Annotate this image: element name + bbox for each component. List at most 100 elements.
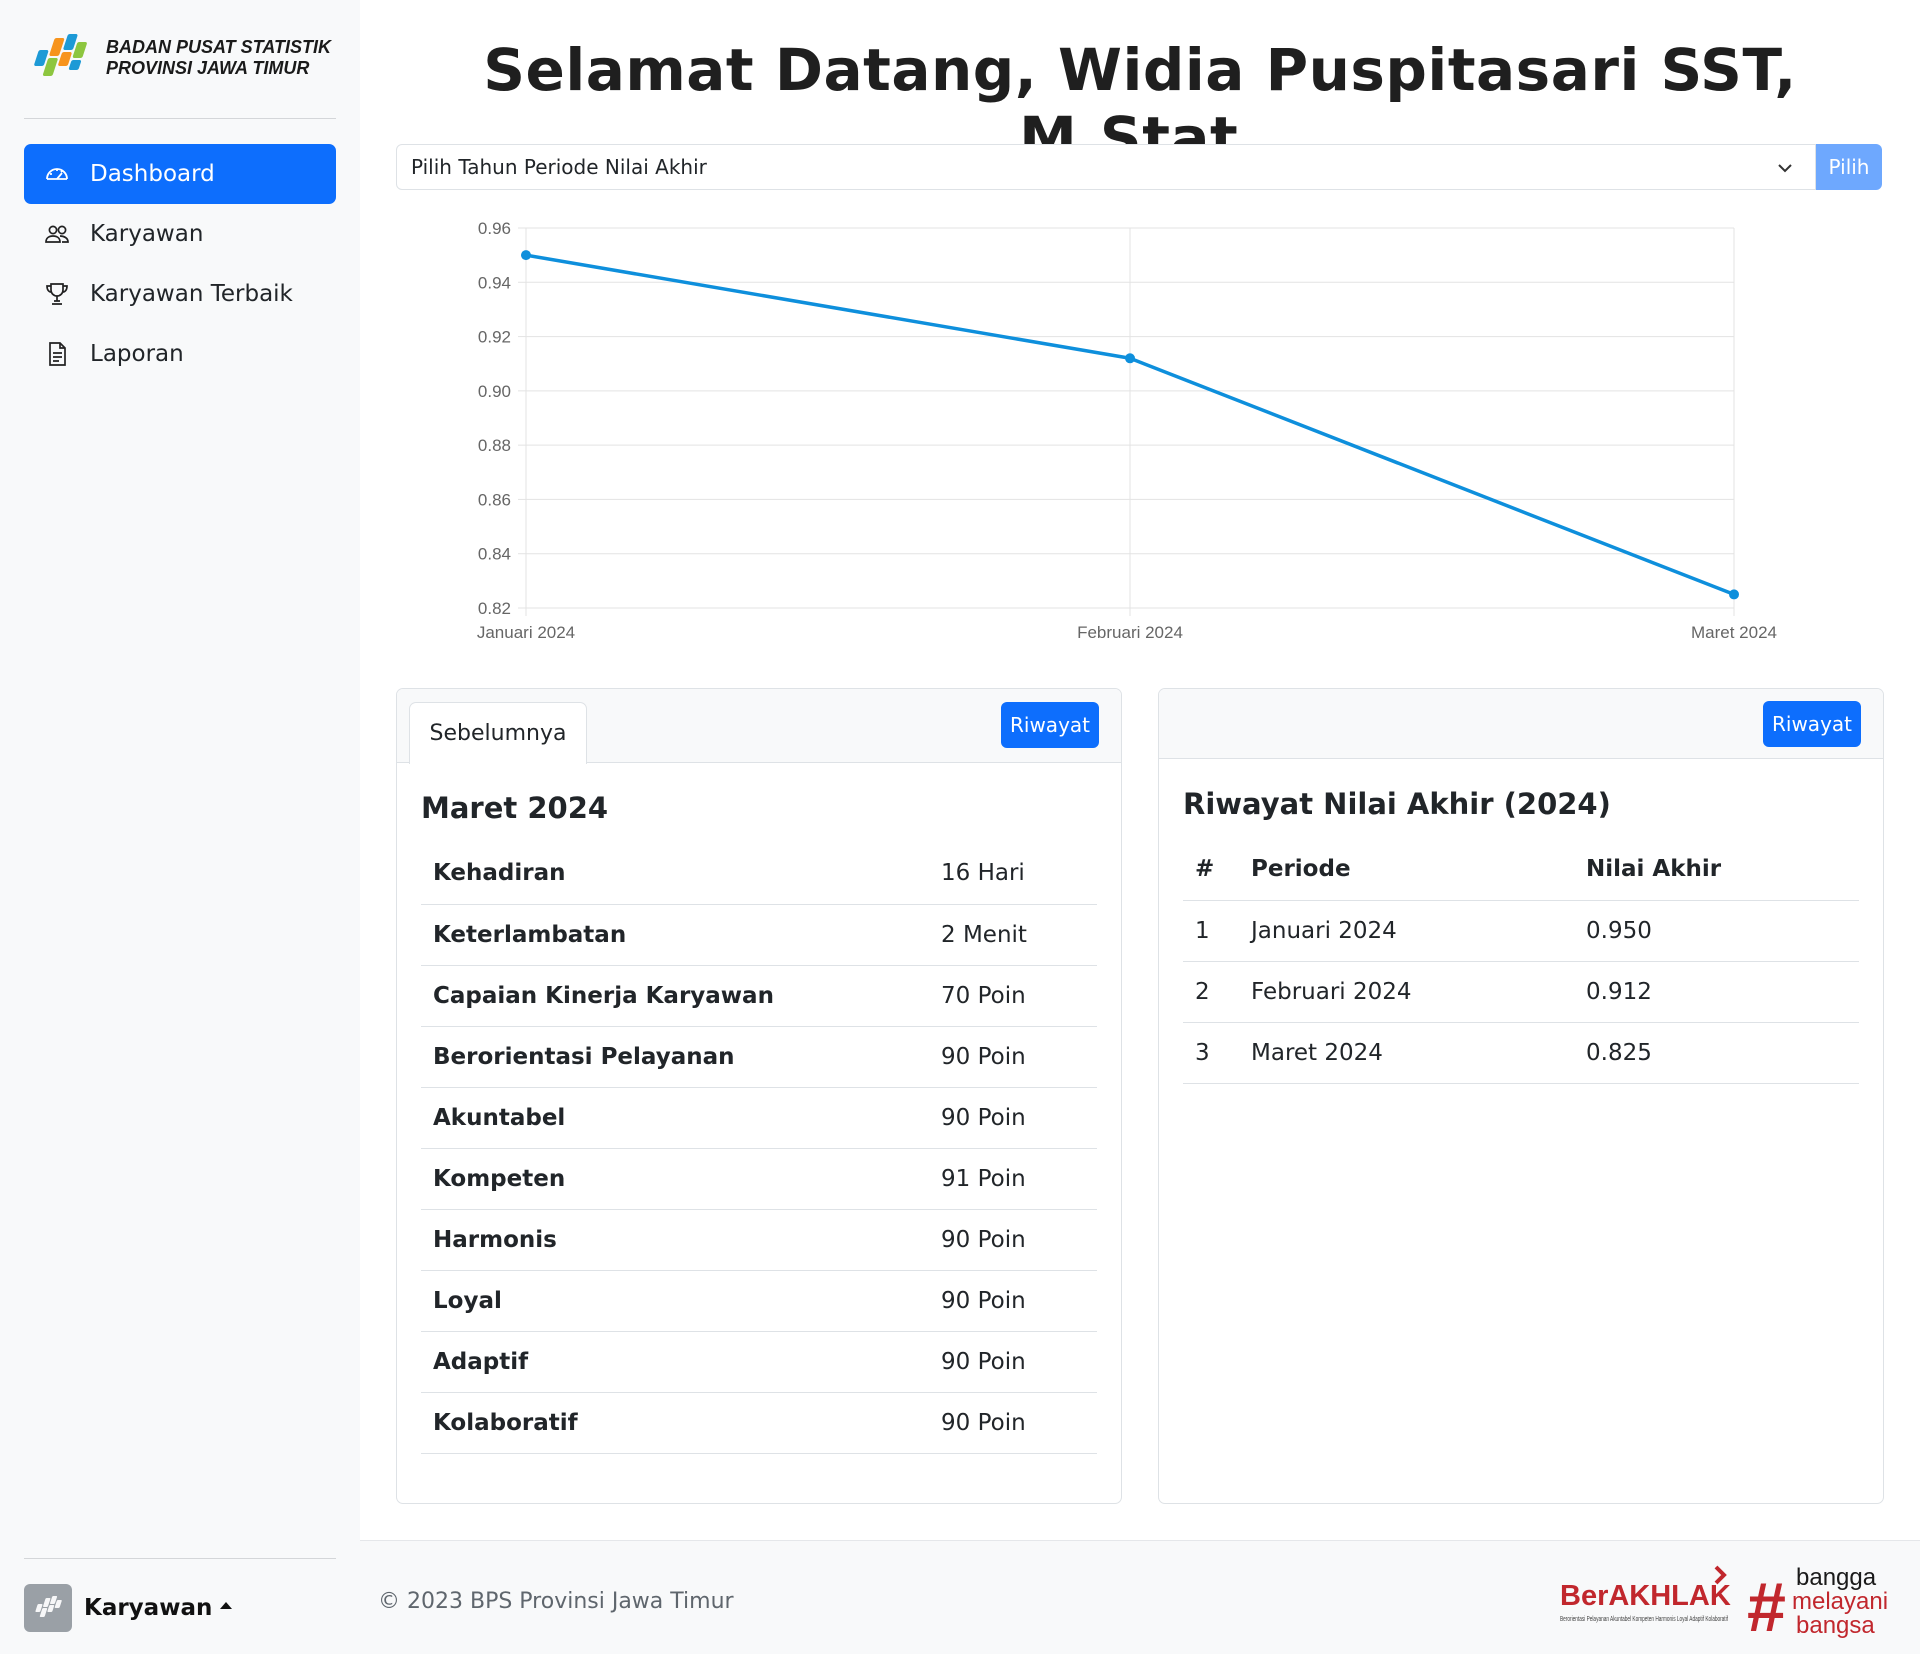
score-line-chart: 0.96 0.94 0.92 0.90 0.88 0.86 0.84 0.82 Januari … [440, 206, 1800, 656]
current-period-card: Sebelumnya Riwayat Maret 2024 Kehadiran 1… [396, 688, 1122, 1504]
sidebar-nav: Dashboard Karyawan Karyawan Terbaik Lapo… [24, 144, 336, 384]
y-tick-label: 0.96 [478, 219, 511, 238]
svg-text:melayani: melayani [1792, 1588, 1888, 1615]
stat-label: Harmonis [421, 1209, 929, 1271]
stat-value: 2 Menit [929, 904, 1097, 966]
caret-up-icon [220, 1601, 233, 1609]
stat-label: Adaptif [421, 1331, 929, 1393]
y-tick-label: 0.82 [478, 599, 511, 618]
x-tick-label: Januari 2024 [477, 623, 575, 642]
table-row: Harmonis 90 Poin [421, 1209, 1097, 1271]
file-text-icon [44, 341, 70, 367]
stat-label: Keterlambatan [421, 904, 929, 966]
stat-value: 90 Poin [929, 1087, 1097, 1149]
user-menu[interactable]: Karyawan [24, 1584, 233, 1632]
row-periode: Maret 2024 [1239, 1022, 1574, 1084]
stat-label: Kompeten [421, 1148, 929, 1210]
sidebar-item-label: Karyawan [90, 221, 204, 247]
table-row: Akuntabel 90 Poin [421, 1087, 1097, 1149]
y-tick-label: 0.94 [478, 273, 511, 292]
column-header-periode: Periode [1239, 839, 1574, 901]
row-nilai: 0.950 [1574, 900, 1859, 962]
stat-label: Kolaboratif [421, 1392, 929, 1454]
table-row: Adaptif 90 Poin [421, 1331, 1097, 1393]
table-row: Berorientasi Pelayanan 90 Poin [421, 1026, 1097, 1088]
y-tick-label: 0.86 [478, 490, 511, 509]
avatar [24, 1584, 72, 1632]
stat-label: Kehadiran [421, 843, 929, 905]
table-row: Kehadiran 16 Hari [421, 843, 1097, 905]
riwayat-button[interactable]: Riwayat [1763, 701, 1861, 747]
y-tick-label: 0.84 [478, 545, 511, 564]
row-periode: Februari 2024 [1239, 961, 1574, 1023]
sidebar-item-karyawan-terbaik[interactable]: Karyawan Terbaik [24, 264, 336, 324]
sidebar-divider [24, 118, 336, 119]
stat-label: Berorientasi Pelayanan [421, 1026, 929, 1088]
brand-line-2: PROVINSI JAWA TIMUR [106, 58, 310, 78]
bps-logo-icon [34, 34, 87, 76]
svg-text:Berorientasi Pelayanan Akuntab: Berorientasi Pelayanan Akuntabel Kompete… [1560, 1614, 1728, 1623]
svg-text:BerAKHLAK: BerAKHLAK [1560, 1580, 1731, 1612]
history-card: Riwayat Riwayat Nilai Akhir (2024) # Per… [1158, 688, 1884, 1504]
sidebar-item-label: Laporan [90, 341, 184, 367]
stat-value: 70 Poin [929, 965, 1097, 1027]
people-icon [44, 221, 70, 247]
row-number: 2 [1183, 961, 1239, 1023]
sidebar-item-dashboard[interactable]: Dashboard [24, 144, 336, 204]
data-point [1729, 589, 1739, 600]
column-header-nilai: Nilai Akhir [1574, 839, 1859, 901]
trophy-icon [44, 281, 70, 307]
speedometer-icon [44, 161, 70, 187]
copyright-text: © 2023 BPS Provinsi Jawa Timur [378, 1589, 734, 1614]
history-table: # Periode Nilai Akhir 1 Januari 2024 0.950… [1183, 839, 1859, 1084]
riwayat-button[interactable]: Riwayat [1001, 702, 1099, 748]
card-body: Maret 2024 Kehadiran 16 Hari Keterlambatan… [397, 791, 1121, 1454]
sidebar-item-label: Dashboard [90, 161, 215, 187]
svg-text:bangsa: bangsa [1796, 1612, 1875, 1639]
footer: © 2023 BPS Provinsi Jawa Timur BerAKHLAK… [360, 1540, 1920, 1654]
brand[interactable]: BADAN PUSAT STATISTIK PROVINSI JAWA TIMU… [24, 28, 336, 88]
history-title: Riwayat Nilai Akhir (2024) [1183, 787, 1611, 821]
stat-label: Akuntabel [421, 1087, 929, 1149]
svg-text:#: # [1748, 1568, 1785, 1643]
tab-sebelumnya[interactable]: Sebelumnya [409, 702, 587, 764]
row-number: 1 [1183, 900, 1239, 962]
bangga-melayani-bangsa-logo: # bangga melayani bangsa [1748, 1564, 1888, 1643]
table-row: Loyal 90 Poin [421, 1270, 1097, 1332]
card-header: Riwayat [1159, 689, 1883, 759]
table-row: 1 Januari 2024 0.950 [1183, 900, 1859, 962]
y-tick-label: 0.92 [478, 328, 511, 347]
table-row: Capaian Kinerja Karyawan 70 Poin [421, 965, 1097, 1027]
chevron-down-icon [1778, 164, 1792, 173]
pilih-button[interactable]: Pilih [1816, 144, 1882, 190]
stat-value: 90 Poin [929, 1209, 1097, 1271]
row-periode: Januari 2024 [1239, 900, 1574, 962]
sidebar-item-label: Karyawan Terbaik [90, 281, 293, 307]
table-row: Kolaboratif 90 Poin [421, 1392, 1097, 1454]
x-tick-label: Maret 2024 [1691, 623, 1777, 642]
stat-value: 90 Poin [929, 1331, 1097, 1393]
brand-line-1: BADAN PUSAT STATISTIK [106, 37, 331, 57]
row-number: 3 [1183, 1022, 1239, 1084]
period-select[interactable]: Pilih Tahun Periode Nilai Akhir [396, 144, 1816, 190]
stats-table: Kehadiran 16 Hari Keterlambatan 2 Menit Capa… [421, 843, 1097, 1454]
period-select-value: Pilih Tahun Periode Nilai Akhir [411, 155, 707, 179]
stat-value: 90 Poin [929, 1270, 1097, 1332]
sidebar-item-karyawan[interactable]: Karyawan [24, 204, 336, 264]
sidebar-item-laporan[interactable]: Laporan [24, 324, 336, 384]
chart-canvas: 0.96 0.94 0.92 0.90 0.88 0.86 0.84 0.82 Januari … [477, 219, 1777, 642]
stat-value: 90 Poin [929, 1026, 1097, 1088]
stat-value: 16 Hari [929, 843, 1097, 905]
stat-value: 90 Poin [929, 1392, 1097, 1454]
berakhlak-logo: BerAKHLAK Berorientasi Pelayanan Akuntab… [1560, 1565, 1731, 1623]
sidebar-divider-bottom [24, 1558, 336, 1559]
x-tick-label: Februari 2024 [1077, 623, 1183, 642]
y-tick-label: 0.90 [478, 382, 511, 401]
row-nilai: 0.825 [1574, 1022, 1859, 1084]
card-body: Riwayat Nilai Akhir (2024) # Periode Nil… [1159, 787, 1883, 1084]
svg-text:bangga: bangga [1796, 1564, 1877, 1591]
table-row: Kompeten 91 Poin [421, 1148, 1097, 1210]
bps-logo-icon [35, 1596, 62, 1617]
period-title: Maret 2024 [421, 791, 609, 825]
table-row: 3 Maret 2024 0.825 [1183, 1022, 1859, 1084]
